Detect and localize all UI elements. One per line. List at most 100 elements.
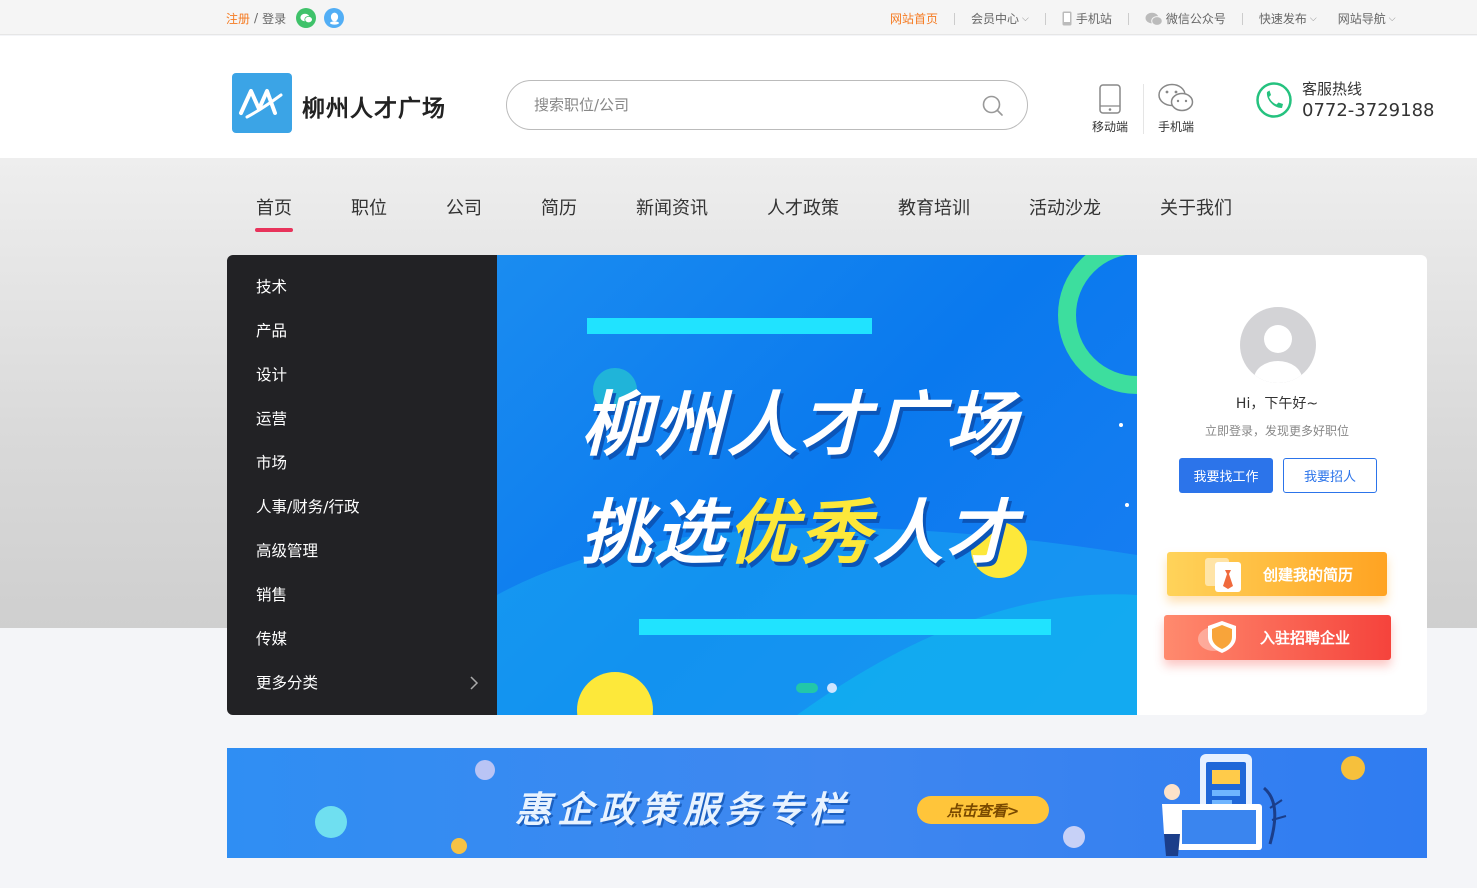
divider [954, 12, 956, 25]
auth-links: 注册 / 登录 [226, 8, 345, 28]
banner-stripe [587, 318, 872, 334]
decor-bubble [315, 806, 347, 838]
divider [1127, 12, 1129, 25]
divider [1143, 84, 1144, 134]
quick-publish-link[interactable]: 快速发布 ⌵ [1259, 10, 1317, 27]
join-company-label: 入驻招聘企业 [1260, 629, 1351, 647]
policy-view-button[interactable]: 点击查看> [917, 796, 1049, 824]
banner-headline: 柳州人才广场 [581, 384, 1019, 466]
chevron-down-icon: ⌵ [1388, 13, 1396, 24]
category-item[interactable]: 传媒 [227, 629, 497, 673]
category-item[interactable]: 产品 [227, 321, 497, 365]
category-item[interactable]: 人事/财务/行政 [227, 497, 497, 541]
resume-icon [1205, 558, 1241, 592]
mobile-site-link[interactable]: 手机站 [1062, 10, 1112, 27]
category-menu: 技术 产品 设计 运营 市场 人事/财务/行政 高级管理 销售 传媒 更多分类 [227, 255, 497, 715]
top-bar: 注册 / 登录 网站首页 会员中心 ⌵ 手机站 微信公众号 快速发布 ⌵ 网站导航 ⌵ [0, 0, 1477, 35]
quick-publish-label: 快速发布 [1258, 12, 1307, 26]
find-job-button[interactable]: 我要找工作 [1179, 458, 1273, 493]
wechat-official-link[interactable]: 微信公众号 [1145, 10, 1226, 27]
chevron-down-icon: ⌵ [1309, 13, 1317, 24]
site-nav-label: 网站导航 [1337, 12, 1386, 26]
avatar [1240, 307, 1316, 383]
top-links: 网站首页 会员中心 ⌵ 手机站 微信公众号 快速发布 ⌵ 网站导航 ⌵ [890, 10, 1396, 27]
main-nav: 首页 职位 公司 简历 新闻资讯 人才政策 教育培训 活动沙龙 关于我们 [255, 194, 1232, 232]
policy-banner[interactable]: 惠企政策服务专栏 点击查看> [227, 748, 1427, 858]
auth-separator: / [254, 11, 259, 25]
phone-icon [1080, 78, 1140, 114]
nav-resumes[interactable]: 简历 [541, 194, 577, 220]
join-company-button[interactable]: 入驻招聘企业 [1164, 615, 1391, 660]
banner-subheadline: 挑选优秀人才 [581, 477, 1019, 578]
nav-education[interactable]: 教育培训 [898, 194, 970, 220]
category-item[interactable]: 技术 [227, 277, 497, 321]
decor-bubble [475, 760, 495, 780]
banner-sub-b: 人才 [873, 492, 1019, 574]
nav-jobs[interactable]: 职位 [351, 194, 387, 220]
banner-sub-highlight: 优秀 [727, 492, 873, 574]
site-logo[interactable] [232, 73, 292, 133]
wechat-login-icon[interactable] [296, 8, 317, 28]
header: 柳州人才广场 移动端 手机端 客服热线 0772-3729188 [0, 36, 1477, 158]
divider [1241, 12, 1243, 25]
create-resume-button[interactable]: 创建我的简历 [1167, 552, 1387, 596]
mobile-app-link[interactable]: 移动端 [1080, 78, 1140, 135]
mobile-site-label: 手机站 [1075, 12, 1112, 26]
wechat-icon [1145, 12, 1163, 26]
mobile-icon [1062, 11, 1072, 26]
nav-about[interactable]: 关于我们 [1160, 194, 1232, 220]
login-link[interactable]: 登录 [262, 10, 286, 27]
policy-title: 惠企政策服务专栏 [515, 789, 852, 831]
divider [1044, 12, 1046, 25]
nav-companies[interactable]: 公司 [446, 194, 482, 220]
greeting-subtext: 立即登录，发现更多好职位 [1204, 424, 1349, 438]
shield-icon [1198, 621, 1236, 653]
mobile-app-label: 移动端 [1091, 120, 1128, 134]
hire-button[interactable]: 我要招人 [1283, 458, 1377, 493]
hotline-number: 0772-3729188 [1302, 100, 1435, 121]
category-item[interactable]: 高级管理 [227, 541, 497, 585]
decor-bubble [451, 838, 467, 854]
phone-call-icon [1256, 82, 1292, 122]
register-link[interactable]: 注册 [226, 10, 250, 27]
member-center-link[interactable]: 会员中心 ⌵ [971, 10, 1029, 27]
category-item[interactable]: 销售 [227, 585, 497, 629]
person-with-screen-illustration [1162, 754, 1287, 856]
decor-bubble [1341, 756, 1365, 780]
wechat-app-label: 手机端 [1157, 120, 1194, 134]
hero-banner[interactable]: 柳州人才广场 挑选优秀人才 [497, 255, 1137, 715]
site-home-label: 网站首页 [890, 12, 939, 26]
user-card: Hi，下午好~ 立即登录，发现更多好职位 我要找工作 我要招人 创建我的简历 入… [1137, 255, 1427, 715]
search-input[interactable] [534, 93, 954, 117]
site-nav-link[interactable]: 网站导航 ⌵ [1338, 10, 1396, 27]
category-item[interactable]: 设计 [227, 365, 497, 409]
create-resume-label: 创建我的简历 [1263, 566, 1354, 584]
carousel-dot[interactable] [827, 683, 837, 693]
search-icon[interactable] [981, 94, 1005, 122]
banner-sub-a: 挑选 [581, 492, 727, 574]
more-categories[interactable]: 更多分类 [227, 673, 497, 717]
site-home-link[interactable]: 网站首页 [890, 10, 938, 27]
nav-events[interactable]: 活动沙龙 [1029, 194, 1101, 220]
carousel-dot-active[interactable] [796, 683, 818, 693]
wechat-official-label: 微信公众号 [1165, 12, 1226, 26]
more-categories-label: 更多分类 [256, 674, 319, 692]
wechat-chat-icon [1146, 78, 1206, 114]
category-item[interactable]: 运营 [227, 409, 497, 453]
chevron-down-icon: ⌵ [1022, 13, 1029, 24]
logo-mark-icon [239, 89, 283, 119]
nav-home[interactable]: 首页 [255, 194, 293, 232]
decor-bubble [1063, 826, 1085, 848]
qq-login-icon[interactable] [324, 8, 345, 28]
nav-news[interactable]: 新闻资讯 [636, 194, 708, 220]
category-item[interactable]: 市场 [227, 453, 497, 497]
search-box [506, 80, 1028, 130]
nav-talent-policy[interactable]: 人才政策 [767, 194, 839, 220]
greeting: Hi，下午好~ [1235, 396, 1319, 412]
hotline-label: 客服热线 [1302, 80, 1363, 98]
wechat-app-link[interactable]: 手机端 [1146, 78, 1206, 135]
site-name[interactable]: 柳州人才广场 [302, 89, 446, 123]
chevron-right-icon [469, 675, 479, 696]
banner-stripe [639, 619, 1051, 635]
